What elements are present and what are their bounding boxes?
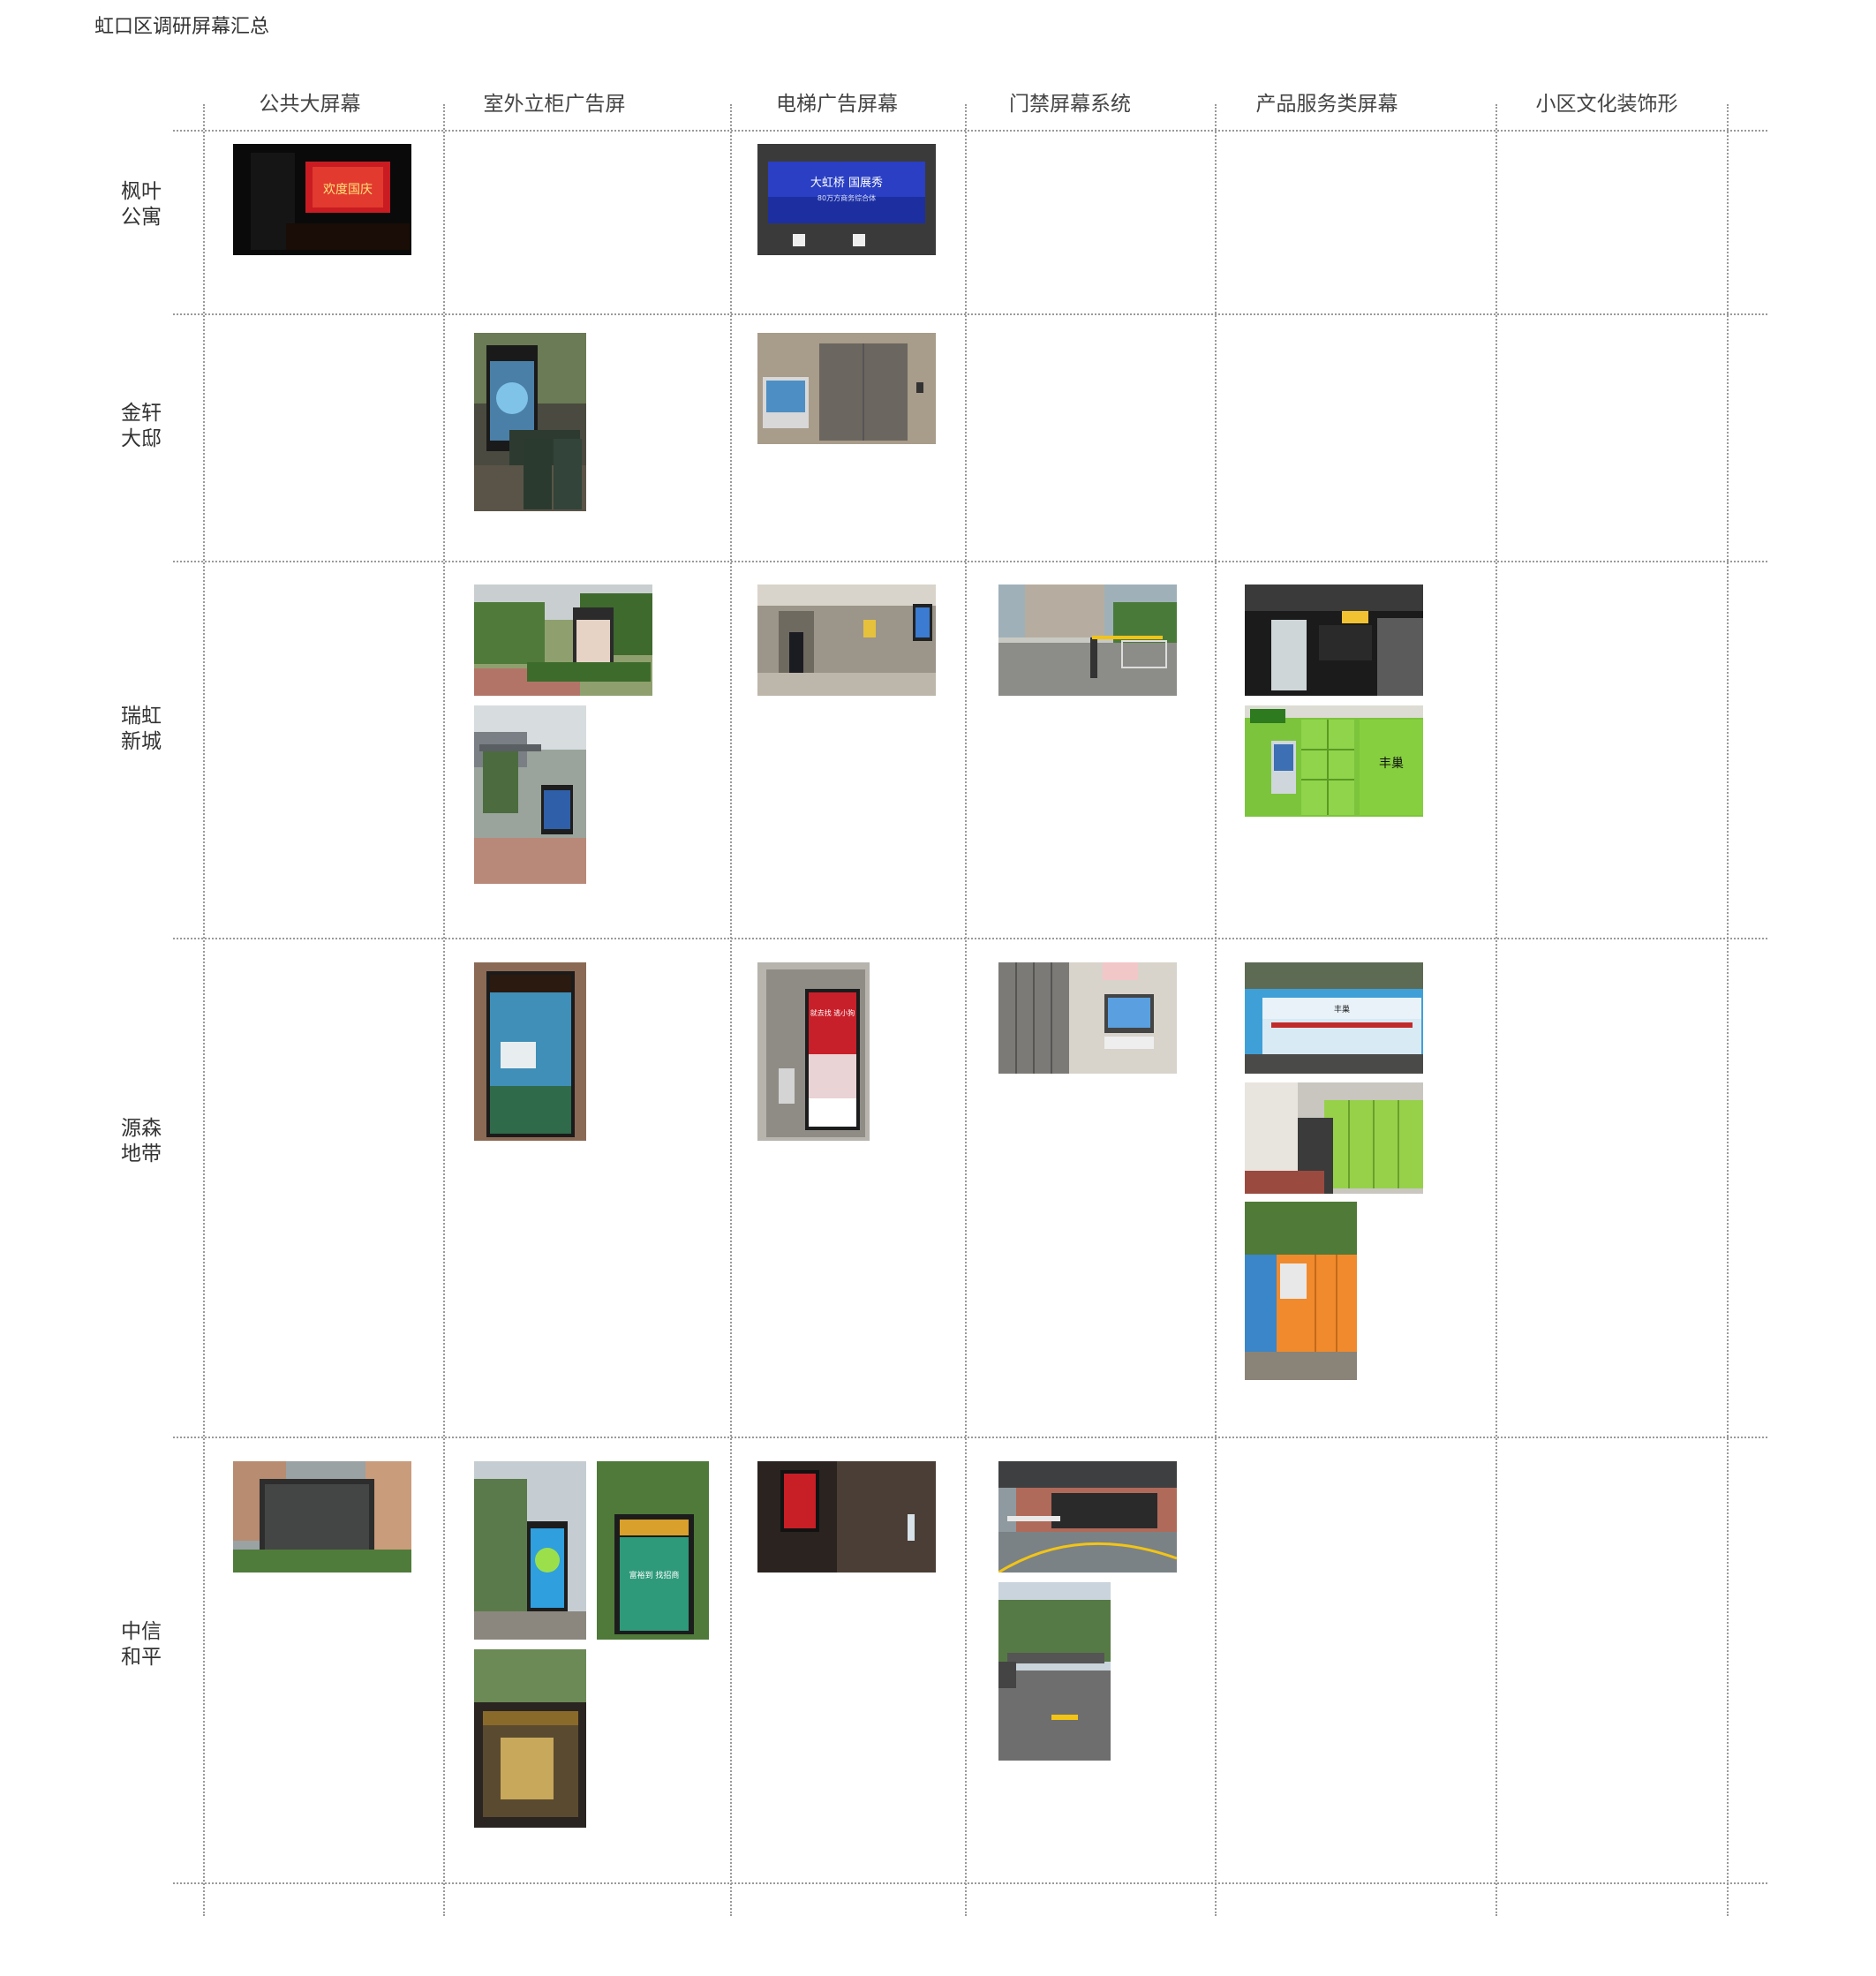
svg-text:丰巢: 丰巢 xyxy=(1334,1004,1350,1014)
photo-yuansen-service-screen-b xyxy=(1245,1082,1423,1194)
photo-yuansen-service-screen-a: 丰巢 xyxy=(1245,962,1423,1074)
svg-text:富裕到 找招商: 富裕到 找招商 xyxy=(629,1570,680,1580)
svg-text:80万方商务综合体: 80万方商务综合体 xyxy=(817,193,876,202)
photo-zhongxin-access-control-a xyxy=(998,1461,1177,1573)
photo-fengye-public-screen: 欢度国庆 xyxy=(233,144,411,255)
photo-yuansen-elevator-screen: 就去找 逃小狗 xyxy=(757,962,870,1141)
row-label-yuansen: 源森 地带 xyxy=(121,1117,162,1165)
photo-zhongxin-outdoor-cabinet-b: 富裕到 找招商 xyxy=(597,1461,709,1640)
column-header-public-screen: 公共大屏幕 xyxy=(259,93,361,116)
photo-ruihong-locker: 丰巢 xyxy=(1245,705,1423,817)
photo-ruihong-service-screen xyxy=(1245,585,1423,696)
row-label-jinxuan: 金轩 大邸 xyxy=(121,402,162,450)
column-header-access-control: 门禁屏幕系统 xyxy=(1009,93,1131,116)
photo-zhongxin-public-screen xyxy=(233,1461,411,1573)
grid-hline xyxy=(173,130,1767,132)
svg-text:丰巢: 丰巢 xyxy=(1379,757,1404,771)
grid-vline xyxy=(965,104,967,1916)
photo-ruihong-access-control xyxy=(998,585,1177,696)
photo-ruihong-outdoor-cabinet-a xyxy=(474,585,652,696)
grid-hline xyxy=(173,938,1767,939)
photo-yuansen-outdoor-cabinet xyxy=(474,962,586,1141)
grid-vline xyxy=(203,104,205,1916)
row-label-zhongxin: 中信 和平 xyxy=(121,1620,162,1669)
photo-zhongxin-outdoor-cabinet-c xyxy=(474,1649,586,1828)
grid-hline xyxy=(173,561,1767,562)
page-title: 虹口区调研屏幕汇总 xyxy=(94,16,270,38)
svg-text:就去找 逃小狗: 就去找 逃小狗 xyxy=(810,1008,855,1017)
column-header-outdoor-cabinet: 室外立柜广告屏 xyxy=(483,93,626,116)
row-label-ruihong: 瑞虹 新城 xyxy=(121,705,162,753)
photo-jinxuan-outdoor-cabinet xyxy=(474,333,586,511)
photo-yuansen-service-screen-c xyxy=(1245,1202,1357,1380)
photo-yuansen-access-control xyxy=(998,962,1177,1074)
column-header-service-screen: 产品服务类屏幕 xyxy=(1255,93,1398,116)
photo-zhongxin-outdoor-cabinet-a xyxy=(474,1461,586,1640)
svg-text:欢度国庆: 欢度国庆 xyxy=(323,183,373,197)
photo-zhongxin-elevator-screen xyxy=(757,1461,936,1573)
photo-zhongxin-access-control-b xyxy=(998,1582,1111,1761)
grid-vline xyxy=(1215,104,1217,1916)
photo-jinxuan-elevator-screen xyxy=(757,333,936,444)
column-header-elevator-ad: 电梯广告屏幕 xyxy=(776,93,898,116)
grid-vline xyxy=(443,104,445,1916)
grid-hline xyxy=(173,313,1767,315)
svg-text:大虹桥 国展秀: 大虹桥 国展秀 xyxy=(810,177,883,190)
grid-hline xyxy=(173,1882,1767,1884)
grid-vline xyxy=(1496,104,1497,1916)
column-header-community-culture: 小区文化装饰形 xyxy=(1535,93,1678,116)
row-label-fengye: 枫叶 公寓 xyxy=(121,180,162,229)
grid-hline xyxy=(173,1437,1767,1438)
grid-vline xyxy=(730,104,732,1916)
grid-vline xyxy=(1727,104,1729,1916)
photo-ruihong-outdoor-cabinet-b xyxy=(474,705,586,884)
photo-ruihong-elevator-screen xyxy=(757,585,936,696)
photo-fengye-elevator-screen: 大虹桥 国展秀 80万方商务综合体 xyxy=(757,144,936,255)
